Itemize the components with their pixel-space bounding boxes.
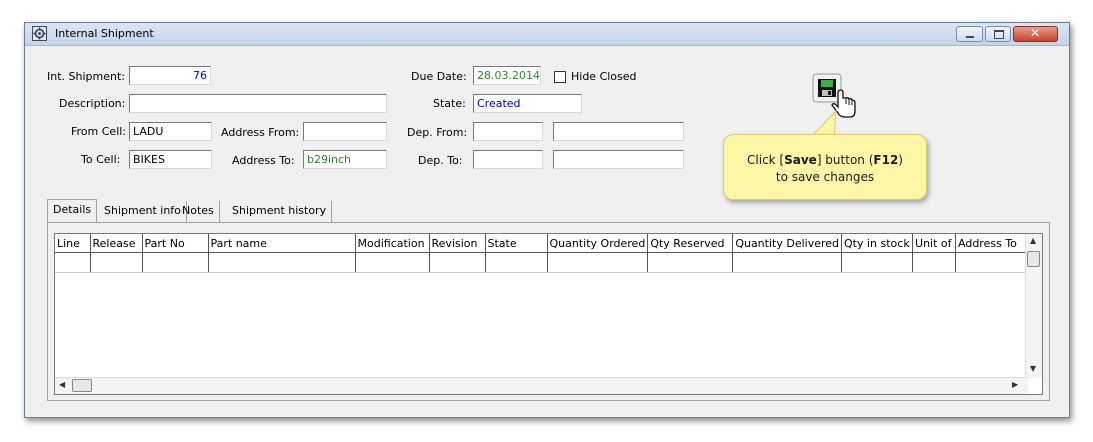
scroll-left-icon[interactable]: ◀ bbox=[59, 380, 65, 389]
dep-from-code-field[interactable] bbox=[473, 122, 543, 141]
column-header[interactable]: Modification bbox=[355, 234, 430, 253]
column-header[interactable]: Address To bbox=[955, 234, 1027, 253]
dep-to-label: Dep. To: bbox=[418, 154, 463, 167]
column-header[interactable]: State bbox=[485, 234, 548, 253]
address-from-field[interactable] bbox=[303, 122, 387, 141]
dep-to-code-field[interactable] bbox=[473, 150, 543, 169]
minimize-button[interactable] bbox=[956, 26, 983, 42]
tab-notes[interactable]: Notes bbox=[177, 201, 220, 222]
floppy-disk-icon bbox=[818, 79, 836, 97]
details-tab-panel: Line Release Part No Part name Modificat… bbox=[47, 222, 1050, 401]
vertical-scroll-thumb[interactable] bbox=[1027, 251, 1040, 267]
due-date-field[interactable]: 28.03.2014 bbox=[473, 66, 541, 85]
internal-shipment-window: Internal Shipment ✕ Int. Shipment: 76 De… bbox=[24, 22, 1070, 418]
column-header[interactable]: Quantity Ordered bbox=[547, 234, 649, 253]
callout-line-1: Click [Save] button (F12) bbox=[747, 153, 903, 167]
int-shipment-label: Int. Shipment: bbox=[47, 70, 125, 83]
column-header[interactable]: Qty in stock bbox=[841, 234, 914, 253]
column-header[interactable]: Unit of bbox=[912, 234, 957, 253]
state-label: State: bbox=[433, 97, 466, 110]
horizontal-scroll-thumb[interactable] bbox=[72, 379, 92, 392]
state-field[interactable]: Created bbox=[473, 94, 582, 113]
column-header[interactable]: Line bbox=[55, 234, 91, 253]
grid-header-row: Line Release Part No Part name Modificat… bbox=[55, 234, 1027, 253]
close-icon: ✕ bbox=[1030, 26, 1041, 40]
tab-shipment-history[interactable]: Shipment history bbox=[227, 201, 333, 222]
app-icon bbox=[32, 26, 47, 41]
to-cell-label: To Cell: bbox=[81, 153, 121, 166]
tab-shipment-info[interactable]: Shipment info bbox=[99, 201, 187, 222]
column-header[interactable]: Part No bbox=[142, 234, 209, 253]
description-label: Description: bbox=[59, 97, 126, 110]
int-shipment-field[interactable]: 76 bbox=[129, 66, 211, 85]
scroll-right-icon[interactable]: ▶ bbox=[1012, 380, 1018, 389]
scroll-up-icon[interactable]: ▲ bbox=[1030, 236, 1036, 245]
dep-to-name-field[interactable] bbox=[553, 150, 684, 169]
tab-details[interactable]: Details bbox=[47, 199, 98, 222]
close-button[interactable]: ✕ bbox=[1013, 26, 1058, 42]
title-bar[interactable]: Internal Shipment ✕ bbox=[25, 23, 1069, 46]
address-to-label: Address To: bbox=[232, 154, 295, 167]
column-header[interactable]: Revision bbox=[429, 234, 486, 253]
from-cell-label: From Cell: bbox=[71, 125, 127, 138]
to-cell-field[interactable]: BIKES bbox=[129, 150, 212, 169]
horizontal-scrollbar[interactable]: ◀ ▶ bbox=[55, 377, 1028, 394]
table-row[interactable] bbox=[55, 252, 1027, 273]
dep-from-label: Dep. From: bbox=[407, 126, 468, 139]
column-header[interactable]: Qty Reserved bbox=[647, 234, 734, 253]
column-header[interactable]: Part name bbox=[208, 234, 356, 253]
address-to-field[interactable]: b29inch bbox=[303, 150, 387, 169]
column-header[interactable]: Quantity Delivered bbox=[732, 234, 843, 253]
maximize-button[interactable] bbox=[985, 26, 1011, 42]
vertical-scrollbar[interactable]: ▲ ▼ bbox=[1025, 234, 1042, 378]
address-from-label: Address From: bbox=[221, 126, 300, 139]
maximize-icon bbox=[994, 30, 1004, 39]
due-date-label: Due Date: bbox=[411, 70, 467, 83]
window-title: Internal Shipment bbox=[55, 27, 154, 40]
column-header[interactable]: Release bbox=[90, 234, 143, 253]
from-cell-field[interactable]: LADU bbox=[129, 122, 212, 141]
dep-from-name-field[interactable] bbox=[553, 122, 684, 141]
hide-closed-label: Hide Closed bbox=[571, 70, 637, 83]
grid-table: Line Release Part No Part name Modificat… bbox=[55, 234, 1027, 273]
hide-closed-checkbox[interactable] bbox=[554, 71, 566, 83]
shipment-lines-grid[interactable]: Line Release Part No Part name Modificat… bbox=[54, 233, 1043, 395]
minimize-icon bbox=[966, 36, 974, 38]
description-field[interactable] bbox=[129, 94, 387, 113]
save-hint-callout: Click [Save] button (F12) to save change… bbox=[723, 134, 927, 200]
callout-line-2: to save changes bbox=[775, 170, 875, 184]
scroll-down-icon[interactable]: ▼ bbox=[1030, 364, 1036, 373]
